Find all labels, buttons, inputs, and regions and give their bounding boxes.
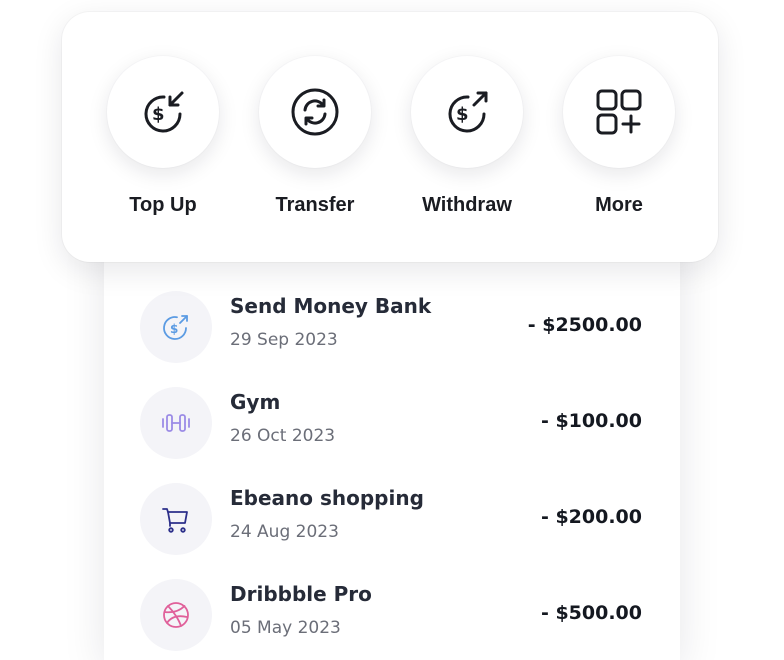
svg-text:$: $ <box>170 322 178 336</box>
transaction-list: $ Send Money Bank 29 Sep 2023 - $2500.00… <box>104 220 680 660</box>
transaction-row[interactable]: Dribbble Pro 05 May 2023 - $500.00 <box>104 570 680 660</box>
transaction-date: 24 Aug 2023 <box>230 522 339 542</box>
more-label: More <box>595 194 643 216</box>
top-up-label: Top Up <box>129 194 197 216</box>
transaction-row[interactable]: Gym 26 Oct 2023 - $100.00 <box>104 378 680 468</box>
transaction-date: 29 Sep 2023 <box>230 330 338 350</box>
transaction-amount: - $2500.00 <box>527 314 642 336</box>
shopping-cart-icon <box>140 483 212 555</box>
withdraw-button[interactable]: $ Withdraw <box>391 56 543 236</box>
dollar-arrow-in-icon: $ <box>107 56 219 168</box>
transaction-row[interactable]: $ Send Money Bank 29 Sep 2023 - $2500.00 <box>104 282 680 372</box>
transaction-name: Dribbble Pro <box>230 582 372 606</box>
dribbble-icon <box>140 579 212 651</box>
dumbbell-icon <box>140 387 212 459</box>
dollar-arrow-out-icon: $ <box>411 56 523 168</box>
svg-text:$: $ <box>152 104 165 125</box>
grid-plus-icon <box>563 56 675 168</box>
more-button[interactable]: More <box>543 56 695 236</box>
transaction-name: Send Money Bank <box>230 294 432 318</box>
transaction-amount: - $500.00 <box>540 602 642 624</box>
top-up-button[interactable]: $ Top Up <box>87 56 239 236</box>
transaction-row[interactable]: Ebeano shopping 24 Aug 2023 - $200.00 <box>104 474 680 564</box>
transaction-name: Gym <box>230 390 281 414</box>
refresh-dollar-icon <box>259 56 371 168</box>
withdraw-label: Withdraw <box>422 194 512 216</box>
transfer-label: Transfer <box>275 194 355 216</box>
transaction-amount: - $100.00 <box>540 410 642 432</box>
transaction-date: 26 Oct 2023 <box>230 426 336 446</box>
quick-actions-panel: $ Top Up Transfer $ Withdraw More <box>62 12 718 262</box>
transfer-button[interactable]: Transfer <box>239 56 391 236</box>
send-money-icon: $ <box>140 291 212 363</box>
transaction-amount: - $200.00 <box>540 506 642 528</box>
transaction-date: 05 May 2023 <box>230 618 341 638</box>
transaction-name: Ebeano shopping <box>230 486 424 510</box>
svg-text:$: $ <box>456 104 469 125</box>
